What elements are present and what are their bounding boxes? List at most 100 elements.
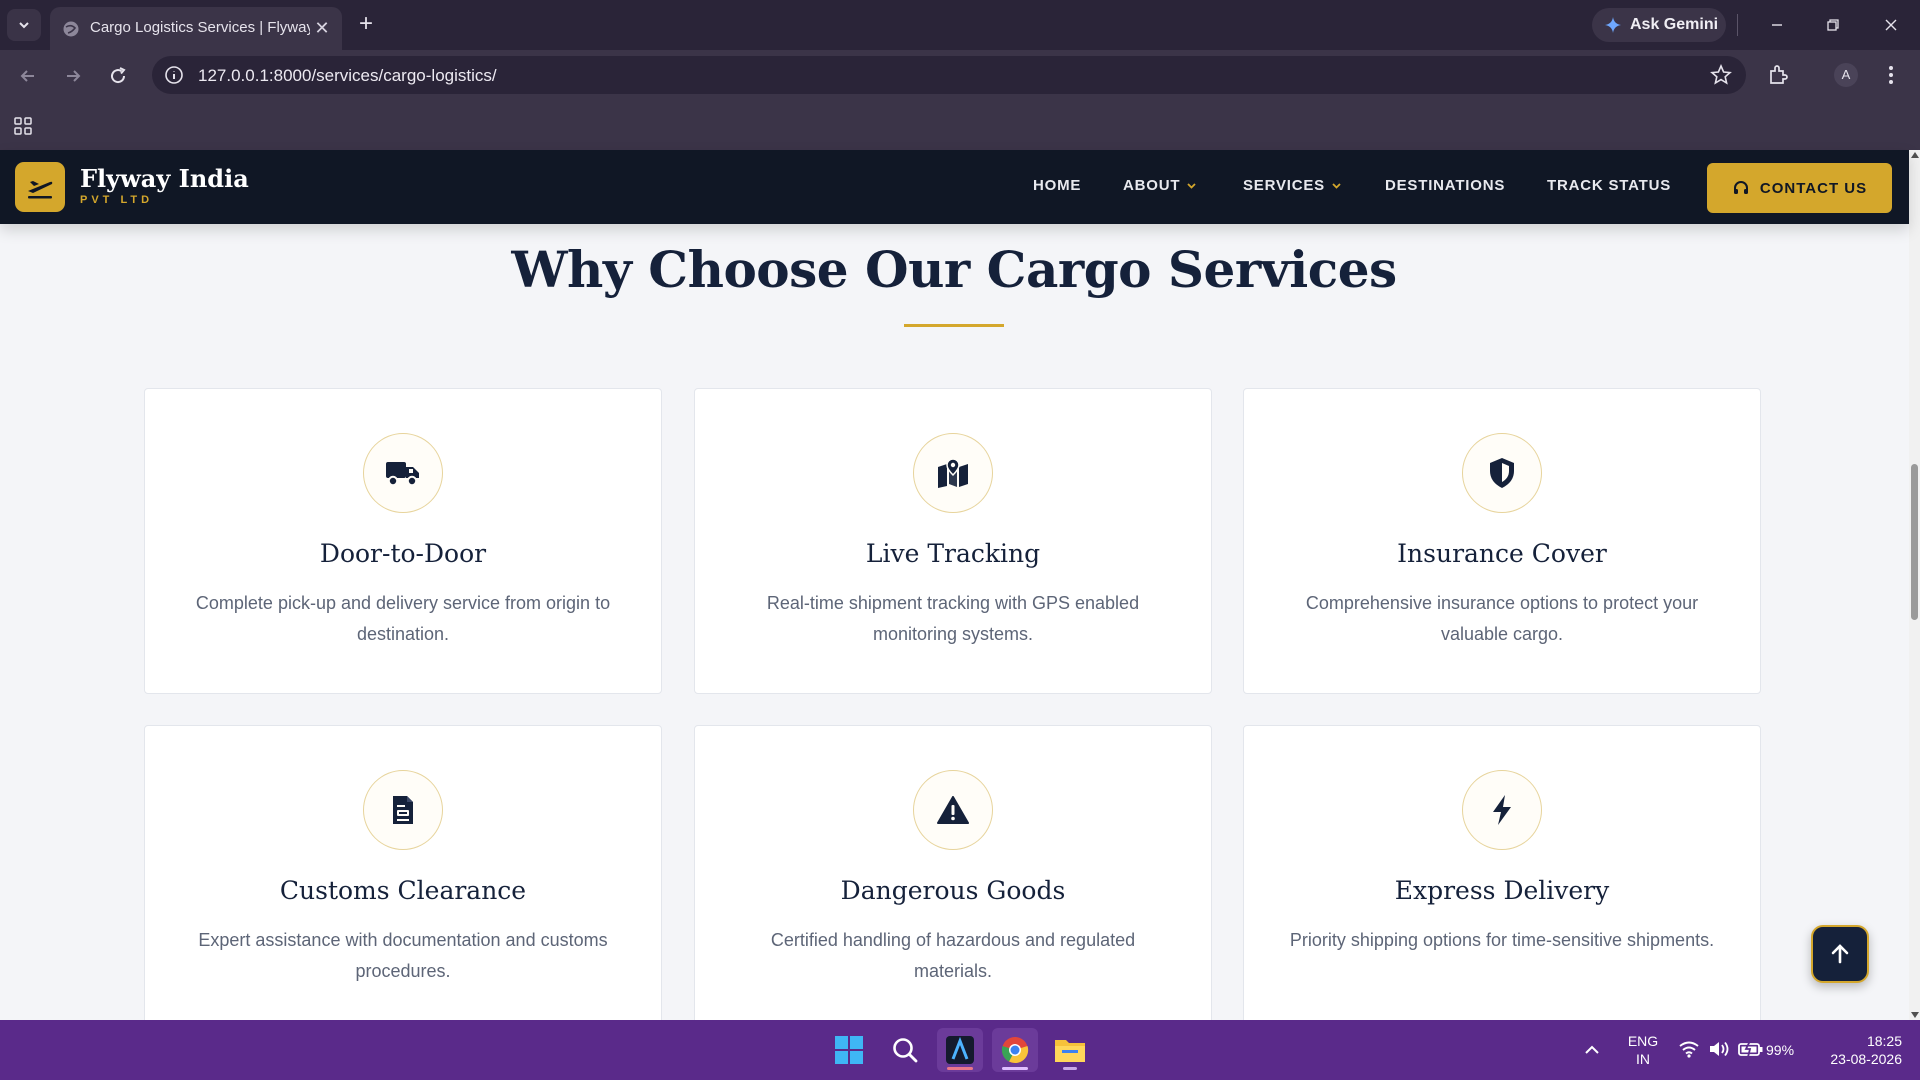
extensions-icon[interactable] — [1767, 63, 1791, 87]
nav-destinations-label: DESTINATIONS — [1385, 177, 1506, 194]
feature-description: Real-time shipment tracking with GPS ena… — [766, 593, 1140, 644]
contact-us-label: CONTACT US — [1759, 179, 1868, 197]
language-indicator[interactable]: ENG IN — [1624, 1032, 1662, 1068]
main-content: Why Choose Our Cargo Services Door-to-Do… — [0, 224, 1909, 1020]
browser-tab-bar: Cargo Logistics Services | Flyway India … — [0, 0, 1920, 50]
scroll-down-arrow[interactable] — [1911, 1012, 1919, 1018]
browser-toolbar: 127.0.0.1:8000/services/cargo-logistics/… — [0, 50, 1920, 100]
feature-icon-circle — [363, 433, 443, 513]
site-header: Flyway India PVT LTD HOME ABOUT SERVICES… — [0, 150, 1909, 224]
shield-icon — [1490, 458, 1514, 488]
close-window-button[interactable] — [1876, 10, 1906, 40]
chrome-icon — [1001, 1037, 1029, 1064]
tab-title: Cargo Logistics Services | Flyway India — [90, 19, 310, 36]
chevron-up-icon[interactable] — [1584, 1044, 1600, 1056]
feature-card-express: Express Delivery Priority shipping optio… — [1243, 725, 1761, 1020]
taskbar-app-chrome[interactable] — [992, 1028, 1038, 1072]
feature-icon-circle — [913, 433, 993, 513]
app-a-icon — [946, 1036, 974, 1064]
volume-icon[interactable] — [1708, 1040, 1730, 1058]
wifi-icon[interactable] — [1678, 1040, 1700, 1058]
truck-icon — [386, 462, 419, 487]
new-tab-button[interactable]: + — [354, 12, 378, 36]
feature-description: Expert assistance with documentation and… — [198, 930, 608, 981]
clock[interactable]: 18:25 23-08-2026 — [1812, 1032, 1902, 1068]
chevron-down-icon — [19, 22, 29, 29]
feature-title: Customs Clearance — [279, 876, 527, 905]
clock-date: 23-08-2026 — [1830, 1051, 1902, 1067]
warning-icon — [937, 796, 969, 824]
nav-destinations[interactable]: DESTINATIONS — [1385, 177, 1505, 194]
browser-tab-active[interactable]: Cargo Logistics Services | Flyway India … — [50, 7, 342, 50]
feature-card-live-tracking: Live Tracking Real-time shipment trackin… — [694, 388, 1212, 694]
contact-us-button[interactable]: CONTACT US — [1707, 163, 1892, 213]
page-scrollbar[interactable] — [1909, 150, 1920, 1020]
restore-icon — [1827, 19, 1839, 31]
taskbar-app-editor[interactable] — [937, 1028, 983, 1072]
active-app-indicator — [947, 1067, 973, 1070]
reload-button[interactable] — [105, 63, 131, 89]
taskbar-search-button[interactable] — [882, 1028, 928, 1072]
title-underline — [904, 324, 1004, 327]
feature-card-dangerous-goods: Dangerous Goods Certified handling of ha… — [694, 725, 1212, 1020]
gemini-sparkle-icon — [1605, 17, 1621, 33]
scroll-to-top-button[interactable] — [1811, 925, 1869, 983]
active-app-indicator — [1002, 1067, 1028, 1070]
app-open-indicator — [1063, 1067, 1077, 1070]
url-text: 127.0.0.1:8000/services/cargo-logistics/ — [198, 66, 497, 85]
feature-icon-circle — [913, 770, 993, 850]
language-code: ENG — [1627, 1033, 1659, 1049]
feature-card-customs: Customs Clearance Expert assistance with… — [144, 725, 662, 1020]
bookmarks-bar — [0, 100, 1920, 150]
nav-about[interactable]: ABOUT — [1123, 177, 1197, 194]
map-pin-icon — [938, 458, 968, 488]
headset-icon — [1733, 181, 1748, 194]
apps-grid-icon[interactable] — [13, 116, 33, 136]
ask-gemini-button[interactable]: Ask Gemini — [1592, 8, 1726, 42]
nav-home[interactable]: HOME — [1033, 177, 1081, 194]
feature-icon-circle — [363, 770, 443, 850]
region-code: IN — [1636, 1051, 1650, 1067]
search-icon — [893, 1038, 918, 1063]
battery-icon[interactable] — [1738, 1040, 1764, 1058]
feature-icon-circle — [1462, 433, 1542, 513]
minimize-icon — [1772, 24, 1782, 26]
feature-icon-circle — [1462, 770, 1542, 850]
nav-about-label: ABOUT — [1123, 177, 1181, 194]
back-button[interactable] — [15, 63, 41, 89]
tab-search-button[interactable] — [7, 9, 41, 41]
brand-name[interactable]: Flyway India — [80, 164, 249, 193]
nav-home-label: HOME — [1033, 177, 1082, 194]
scroll-up-arrow[interactable] — [1911, 152, 1919, 158]
feature-card-door-to-door: Door-to-Door Complete pick-up and delive… — [144, 388, 662, 694]
logo[interactable] — [15, 162, 65, 212]
profile-avatar[interactable]: A — [1834, 63, 1858, 87]
feature-title: Dangerous Goods — [840, 876, 1066, 905]
nav-track-status[interactable]: TRACK STATUS — [1547, 177, 1671, 194]
globe-icon — [63, 21, 79, 37]
feature-title: Live Tracking — [865, 539, 1041, 568]
divider — [1737, 14, 1738, 36]
restore-button[interactable] — [1818, 10, 1848, 40]
start-button[interactable] — [826, 1028, 872, 1072]
battery-percent: 99% — [1766, 1042, 1795, 1058]
feature-title: Insurance Cover — [1397, 539, 1607, 568]
address-bar[interactable]: 127.0.0.1:8000/services/cargo-logistics/ — [152, 56, 1746, 94]
brand-tagline: PVT LTD — [80, 194, 154, 206]
taskbar-app-explorer[interactable] — [1047, 1028, 1093, 1072]
chevron-down-icon — [1332, 183, 1341, 189]
section-title: Why Choose Our Cargo Services — [511, 240, 1397, 299]
bookmark-star-icon[interactable] — [1710, 64, 1732, 86]
windows-logo-icon — [835, 1036, 863, 1064]
feature-description: Priority shipping options for time-sensi… — [1289, 930, 1715, 950]
scrollbar-thumb[interactable] — [1911, 464, 1918, 620]
minimize-button[interactable] — [1762, 10, 1792, 40]
close-tab-icon[interactable]: ✕ — [312, 18, 332, 38]
more-options-icon[interactable] — [1881, 63, 1901, 87]
nav-services[interactable]: SERVICES — [1243, 177, 1342, 194]
folder-icon — [1055, 1040, 1085, 1062]
feature-description: Complete pick-up and delivery service fr… — [195, 593, 611, 644]
forward-button[interactable] — [60, 63, 86, 89]
chevron-down-icon — [1187, 183, 1196, 189]
site-info-icon[interactable] — [164, 65, 184, 85]
